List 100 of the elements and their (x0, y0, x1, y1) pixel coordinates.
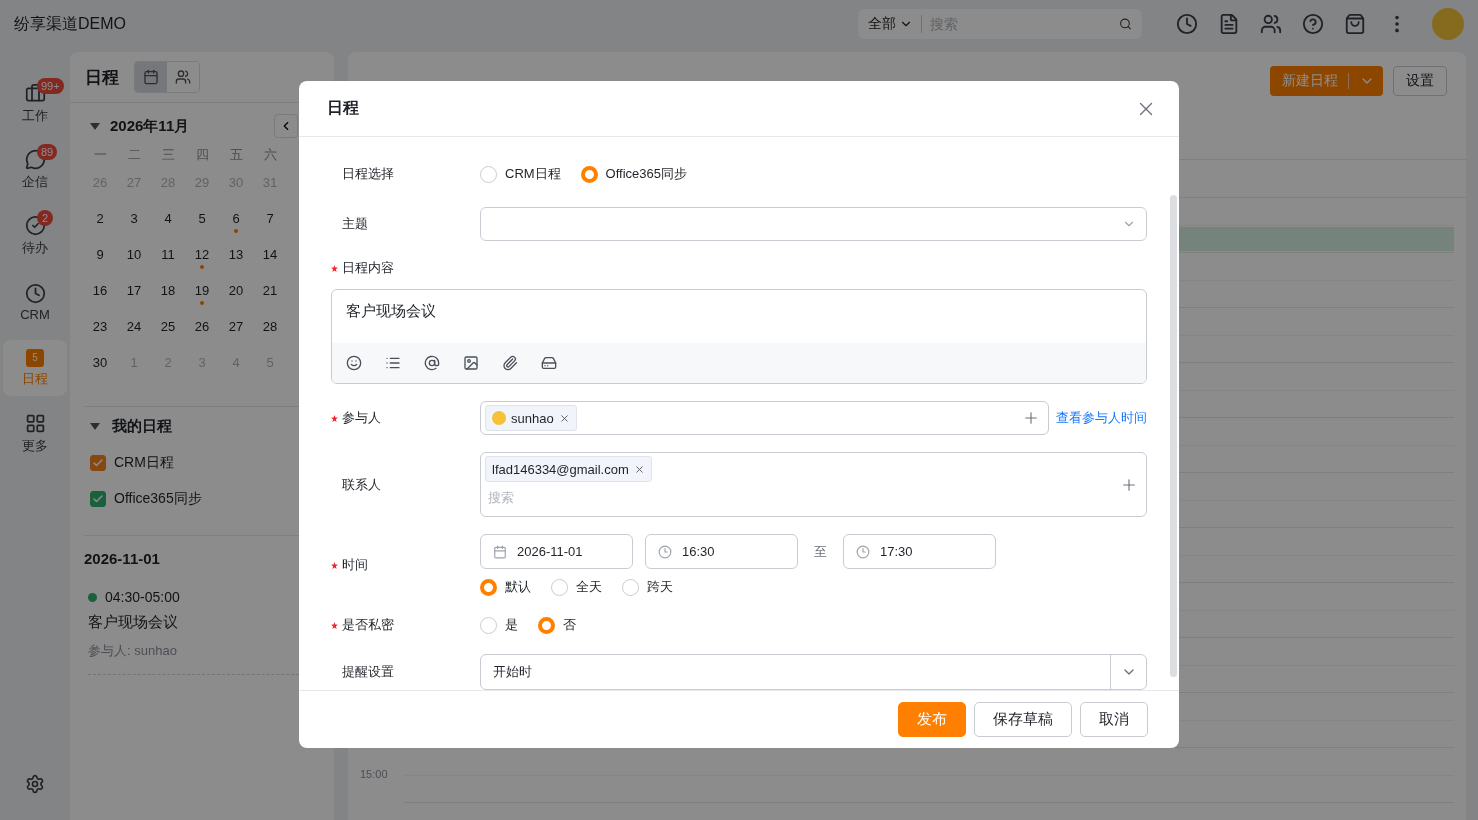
content-editor[interactable]: 客户现场会议 (331, 289, 1147, 384)
calendar-day[interactable]: 19 (185, 272, 219, 308)
calendar-day[interactable]: 11 (151, 236, 185, 272)
search-icon[interactable] (1119, 16, 1132, 32)
calendar-day[interactable]: 9 (83, 236, 117, 272)
previous-button[interactable] (274, 114, 298, 138)
attachment-icon[interactable] (502, 355, 518, 371)
people-icon (175, 69, 191, 85)
field-label: 提醒设置 (342, 663, 394, 681)
radio-button[interactable] (622, 578, 639, 596)
count-badge: 99+ (37, 78, 64, 94)
scope-dropdown[interactable]: 全部 (868, 15, 922, 33)
help-icon[interactable] (1302, 13, 1324, 35)
radio-button[interactable] (580, 165, 598, 183)
contacts-icon[interactable] (1260, 13, 1282, 35)
calendar-day[interactable]: 24 (117, 308, 151, 344)
clock-icon (24, 282, 46, 304)
calendar-day[interactable]: 21 (253, 272, 287, 308)
calendar-day[interactable]: 10 (117, 236, 151, 272)
calendar-icon: 5 (26, 348, 44, 367)
radio-button[interactable] (480, 578, 497, 596)
availability-link[interactable]: 查看参与人时间 (1056, 409, 1147, 427)
avatar-icon (492, 411, 506, 425)
contact-tag: lfad146334@gmail.com (485, 456, 652, 482)
weekday-label: 六 (262, 146, 278, 164)
contact-search-input[interactable]: 搜索 (485, 486, 605, 508)
clock-icon (856, 544, 870, 559)
calendar-day[interactable]: 30 (83, 344, 117, 380)
calendar-day[interactable]: 12 (185, 236, 219, 272)
calendar-name: CRM日程 (114, 454, 174, 472)
scrollbar[interactable] (1170, 195, 1177, 677)
radio-button[interactable] (551, 578, 568, 596)
settings-button[interactable]: 设置 (1393, 66, 1447, 96)
range-separator: 至 (814, 542, 827, 561)
dialog-button[interactable]: 取消 (1080, 702, 1148, 737)
view-tab[interactable] (135, 62, 167, 92)
radio-button[interactable] (480, 616, 497, 634)
dialog-button[interactable]: 保存草稿 (974, 702, 1072, 737)
checkbox[interactable] (90, 455, 106, 471)
agenda-date: 2026-11-01 (83, 549, 161, 567)
weekday-label: 五 (228, 146, 244, 164)
start-time-field[interactable]: 16:30 (645, 534, 798, 569)
calendar-day[interactable]: 20 (219, 272, 253, 308)
panel-title: 日程 (85, 66, 119, 89)
subject-field[interactable] (480, 207, 1147, 241)
calendar-day[interactable]: 26 (185, 308, 219, 344)
calendar-day[interactable]: 5 (185, 200, 219, 236)
calendar-icon (143, 69, 159, 85)
emoji-icon[interactable] (346, 355, 362, 371)
date-field[interactable]: 2026-11-01 (480, 534, 633, 569)
field-label: 参与人 (342, 409, 381, 427)
nav-item[interactable]: 工作 99+ (3, 76, 67, 132)
bag-icon[interactable] (1344, 13, 1366, 35)
remove-icon[interactable] (633, 463, 645, 475)
radio-label: CRM日程 (505, 165, 561, 183)
radio-button[interactable] (480, 165, 497, 183)
calendar-day[interactable]: 18 (151, 272, 185, 308)
count-badge: 2 (37, 210, 53, 226)
participants-field[interactable]: sunhao (480, 401, 1049, 435)
clock-icon[interactable] (1176, 13, 1198, 35)
nav-item[interactable]: 企信 89 (3, 142, 67, 198)
caret-icon[interactable] (90, 122, 100, 130)
nav-item[interactable]: 待办 2 (3, 208, 67, 264)
calendar-day[interactable]: 23 (83, 308, 117, 344)
drive-icon[interactable] (541, 355, 557, 371)
calendar-day[interactable]: 28 (253, 308, 287, 344)
reminder-select[interactable]: 开始时 (480, 654, 1147, 690)
calendar-day[interactable]: 6 (219, 200, 253, 236)
calendar-day[interactable]: 3 (117, 200, 151, 236)
calendar-icon (493, 544, 507, 559)
calendar-day[interactable]: 16 (83, 272, 117, 308)
checkbox[interactable] (90, 491, 106, 507)
check-icon (92, 457, 104, 469)
check-circle-icon (24, 215, 46, 236)
nav-item[interactable]: CRM (3, 274, 67, 330)
end-time-field[interactable]: 17:30 (843, 534, 996, 569)
remove-icon[interactable] (558, 412, 570, 424)
calendar-day[interactable]: 4 (151, 200, 185, 236)
image-icon[interactable] (463, 355, 479, 371)
app-title: 纷享渠道DEMO (14, 13, 127, 34)
calendar-day[interactable]: 2 (83, 200, 117, 236)
clock-icon (658, 544, 672, 559)
month-title: 2026年11月 (110, 116, 191, 136)
calendar-day[interactable]: 25 (151, 308, 185, 344)
settings-icon[interactable] (25, 774, 45, 794)
field-label: 是否私密 (342, 616, 394, 634)
calendar-day[interactable]: 14 (253, 236, 287, 272)
list-icon[interactable] (385, 355, 401, 371)
calendar-day[interactable]: 13 (219, 236, 253, 272)
mention-icon[interactable] (424, 355, 440, 371)
calendar-day[interactable]: 17 (117, 272, 151, 308)
document-icon[interactable] (1218, 13, 1240, 35)
field-label: 日程选择 (342, 165, 394, 183)
content-text: 客户现场会议 (345, 301, 437, 321)
radio-button[interactable] (538, 616, 555, 634)
caret-icon[interactable] (90, 422, 100, 430)
calendar-day[interactable]: 7 (253, 200, 287, 236)
nav-item[interactable]: 更多 (3, 406, 67, 462)
calendar-day[interactable]: 27 (219, 308, 253, 344)
contacts-field[interactable]: lfad146334@gmail.com 搜索 (480, 452, 1147, 517)
